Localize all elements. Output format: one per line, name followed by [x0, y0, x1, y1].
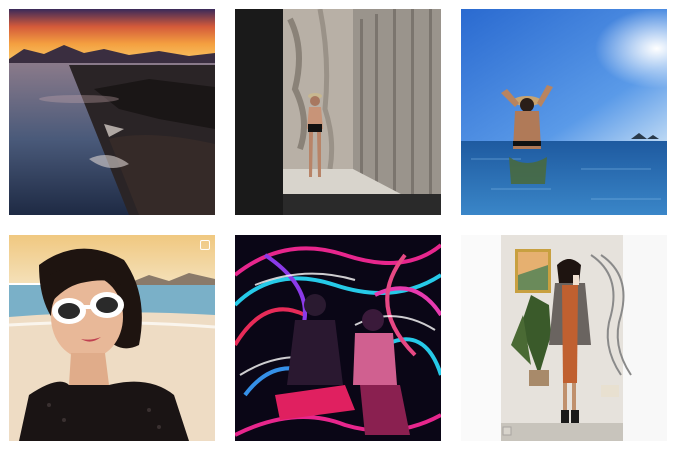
post-tile-infinity-pool[interactable] — [461, 9, 667, 215]
mirror-selfie-photo — [461, 235, 667, 441]
sunset-coast-photo — [9, 9, 215, 215]
post-tile-mirror-selfie[interactable] — [461, 235, 667, 441]
post-tile-sunset-coast[interactable] — [9, 9, 215, 215]
stone-corridor-photo — [235, 9, 441, 215]
light-painting-photo — [235, 235, 441, 441]
beach-selfie-photo — [9, 235, 215, 441]
post-tile-stone-corridor[interactable] — [235, 9, 441, 215]
post-tile-light-painting[interactable] — [235, 235, 441, 441]
post-tile-beach-selfie[interactable] — [9, 235, 215, 441]
post-grid — [0, 0, 678, 450]
infinity-pool-photo — [461, 9, 667, 215]
multiple-images-icon — [200, 240, 210, 250]
